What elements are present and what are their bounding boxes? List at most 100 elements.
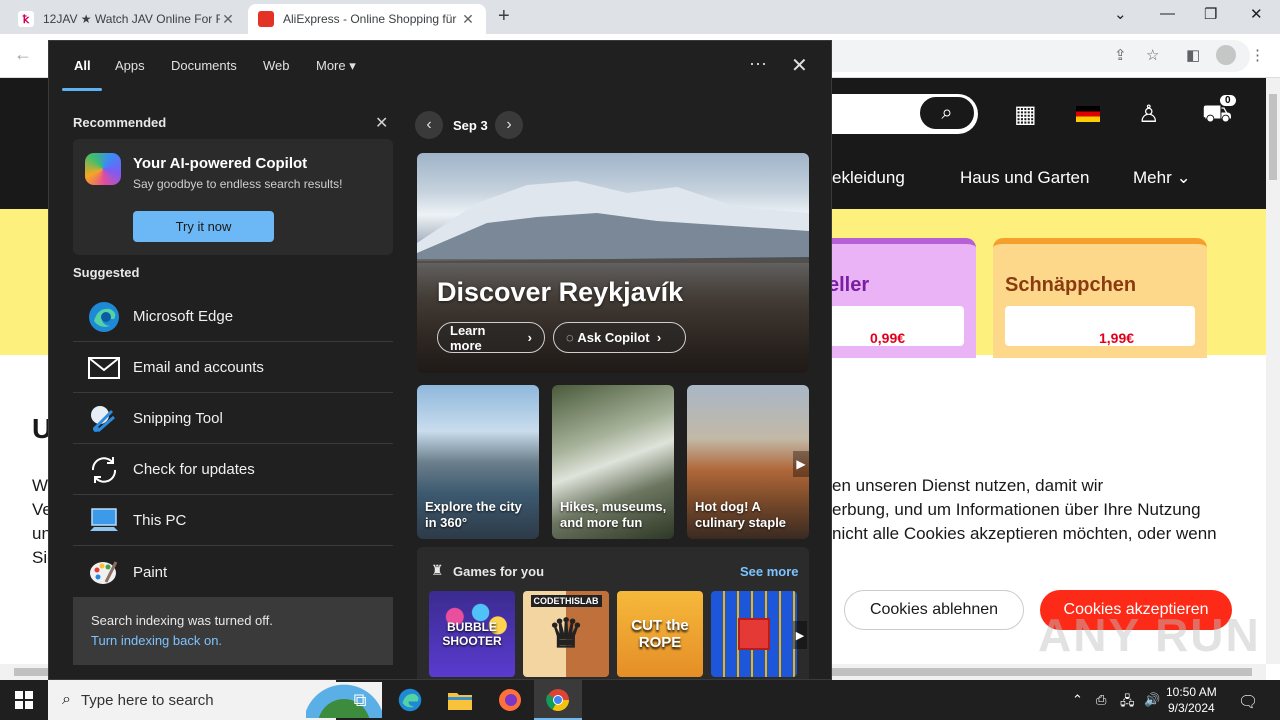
suggested-check-for-updates[interactable]: Check for updates: [73, 445, 393, 495]
share-icon[interactable]: ⇪: [1114, 46, 1127, 64]
refresh-icon: [87, 453, 121, 487]
card-price: 1,99€: [1099, 330, 1135, 346]
tile-hikes-museums[interactable]: Hikes, museums, and more fun: [552, 385, 674, 539]
tab-more[interactable]: More ▾: [316, 58, 356, 74]
suggested-this-pc[interactable]: This PC: [73, 496, 393, 546]
address-bar[interactable]: [790, 40, 1250, 72]
promo-card-schnaeppchen[interactable]: Schnäppchen 1,99€: [993, 238, 1207, 358]
firefox-icon[interactable]: [496, 686, 524, 714]
taskbar-search-box[interactable]: ⌕ Type here to search: [48, 680, 382, 720]
learn-more-button[interactable]: Learn more ›: [437, 322, 545, 353]
notifications-icon[interactable]: 🗨: [1238, 692, 1258, 712]
card-product-image: 0,99€: [830, 306, 964, 346]
paint-icon: [87, 555, 121, 589]
try-copilot-button[interactable]: Try it now: [133, 211, 274, 242]
windows-search-panel: All Apps Documents Web More ▾ ··· ✕ Reco…: [48, 40, 832, 680]
hero-reykjavik[interactable]: Discover Reykjavík Learn more › ◌ Ask Co…: [417, 153, 809, 373]
minimize-icon[interactable]: —: [1160, 5, 1175, 22]
window-close-icon[interactable]: ✕: [1250, 5, 1263, 23]
nav-haus-und-garten[interactable]: Haus und Garten: [960, 168, 1089, 188]
back-arrow-icon[interactable]: ←: [14, 44, 32, 65]
game-block-puzzle[interactable]: [711, 591, 797, 677]
aliexpress-favicon: [258, 11, 274, 27]
suggested-heading: Suggested: [73, 265, 140, 280]
profile-avatar[interactable]: [1216, 45, 1236, 65]
tray-chevron-up-icon[interactable]: ⌃: [1072, 692, 1083, 708]
tab-close-icon[interactable]: ✕: [220, 11, 236, 28]
search-scope-tabs: All Apps Documents Web More ▾ ··· ✕: [49, 41, 831, 91]
tab-aliexpress[interactable]: AliExpress - Online Shopping für ✕: [248, 4, 486, 34]
edge-icon: [87, 300, 121, 334]
bookmark-star-icon[interactable]: ☆: [1146, 46, 1159, 64]
dismiss-recommended-icon[interactable]: ✕: [375, 113, 388, 133]
turn-indexing-on-link[interactable]: Turn indexing back on.: [91, 633, 222, 648]
chrome-menu-icon[interactable]: ⋮: [1250, 46, 1265, 64]
windows-logo-icon: [15, 691, 33, 709]
qr-code-icon[interactable]: ▦: [1014, 100, 1037, 129]
nav-mehr[interactable]: Mehr ⌄: [1133, 168, 1191, 188]
system-clock[interactable]: 10:50 AM 9/3/2024: [1166, 684, 1217, 716]
tab-web[interactable]: Web: [263, 58, 290, 73]
germany-flag-icon[interactable]: [1076, 106, 1100, 122]
more-options-icon[interactable]: ···: [749, 53, 767, 74]
suggested-microsoft-edge[interactable]: Microsoft Edge: [73, 292, 393, 342]
tab-close-icon[interactable]: ✕: [460, 11, 476, 28]
tile-hot-dog[interactable]: Hot dog! A culinary staple: [687, 385, 809, 539]
vertical-scrollbar[interactable]: [1266, 78, 1280, 664]
cookie-text-left: W: [32, 476, 49, 495]
new-tab-button[interactable]: +: [498, 5, 510, 28]
anyrun-watermark: ANY RUN: [1038, 609, 1261, 661]
search-icon[interactable]: ⌕: [918, 95, 976, 131]
volume-icon[interactable]: 🔊: [1144, 692, 1160, 708]
suggested-email-accounts[interactable]: Email and accounts: [73, 343, 393, 393]
see-more-link[interactable]: See more: [740, 564, 799, 579]
task-view-icon[interactable]: ⧉: [346, 686, 374, 714]
card-price: 0,99€: [870, 330, 906, 346]
game-cut-the-rope[interactable]: CUT the ROPE: [617, 591, 703, 677]
suggested-snipping-tool[interactable]: Snipping Tool: [73, 394, 393, 444]
tab-documents[interactable]: Documents: [171, 58, 237, 73]
game-bubble-shooter[interactable]: BUBBLE SHOOTER: [429, 591, 515, 677]
chrome-taskbar-button[interactable]: [534, 680, 582, 720]
card-product-image: 1,99€: [1005, 306, 1195, 346]
decline-cookies-button[interactable]: Cookies ablehnen: [844, 590, 1024, 630]
tab-12jav[interactable]: ꝁ 12JAV ★ Watch JAV Online For Free ✕: [8, 4, 246, 34]
previous-day-icon[interactable]: ‹: [415, 111, 443, 139]
suggested-label: This PC: [133, 512, 187, 529]
tiles-next-icon[interactable]: ▶: [793, 451, 809, 477]
clock-time: 10:50 AM: [1166, 685, 1217, 699]
tab-search-chevron-icon[interactable]: ⌄: [1114, 5, 1127, 23]
scrollbar-thumb[interactable]: [1269, 94, 1277, 180]
tile-explore-city[interactable]: Explore the city in 360°: [417, 385, 539, 539]
file-explorer-icon[interactable]: [446, 686, 474, 714]
start-button[interactable]: [0, 680, 48, 720]
restore-icon[interactable]: ❐: [1204, 5, 1217, 23]
account-icon[interactable]: ♙: [1138, 100, 1160, 129]
windows-taskbar: ⌕ Type here to search ⧉ ⌃ ⎙ 🖧 🔊 10:50 AM…: [0, 680, 1280, 720]
nav-kleidung[interactable]: ekleidung: [832, 168, 905, 188]
meet-now-icon[interactable]: ⎙: [1096, 692, 1106, 708]
ask-copilot-button[interactable]: ◌ Ask Copilot ›: [553, 322, 686, 353]
close-panel-icon[interactable]: ✕: [791, 53, 808, 78]
tile-caption: Hot dog! A culinary staple: [695, 499, 787, 530]
card-title: eller: [828, 274, 870, 296]
game-chess[interactable]: CODETHISLAB ♛: [523, 591, 609, 677]
network-icon[interactable]: 🖧: [1120, 692, 1135, 714]
tab-all[interactable]: All: [74, 58, 91, 73]
site-favicon: ꝁ: [18, 11, 34, 27]
suggested-paint[interactable]: Paint: [73, 547, 393, 597]
gamepad-icon: ♜: [431, 562, 444, 578]
snipping-tool-icon: [87, 402, 121, 436]
browser-tabstrip: ꝁ 12JAV ★ Watch JAV Online For Free ✕ Al…: [0, 0, 1280, 34]
side-panel-icon[interactable]: ◧: [1186, 46, 1200, 64]
next-day-icon[interactable]: ›: [495, 111, 523, 139]
active-tab-indicator: [62, 88, 102, 91]
games-next-icon[interactable]: ▶: [793, 621, 807, 649]
tab-apps[interactable]: Apps: [115, 58, 145, 73]
tab-title: 12JAV ★ Watch JAV Online For Free: [43, 12, 220, 26]
chat-icon: ◌: [566, 330, 574, 345]
edge-taskbar-icon[interactable]: [396, 686, 424, 714]
copilot-subtitle: Say goodbye to endless search results!: [133, 177, 343, 191]
taskbar-search-placeholder: Type here to search: [80, 691, 214, 709]
mountain-image: [417, 181, 809, 263]
